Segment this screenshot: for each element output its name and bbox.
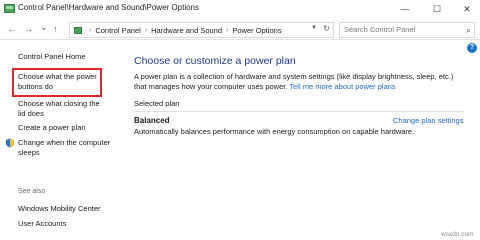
power-plans-help-link[interactable]: Tell me more about power plans	[289, 82, 395, 91]
window-title: Control Panel\Hardware and Sound\Power O…	[18, 3, 199, 12]
change-plan-settings-link[interactable]: Change plan settings	[393, 116, 463, 125]
sidebar-link-closing-lid[interactable]: Choose what closing the lid does	[18, 99, 108, 119]
close-button[interactable]: ✕	[452, 0, 480, 19]
maximize-button[interactable]: ☐	[422, 0, 452, 19]
sidebar-link-user-accounts[interactable]: User Accounts	[18, 219, 66, 229]
balanced-plan-description: Automatically balances performance with …	[134, 127, 415, 136]
sidebar-link-create-plan[interactable]: Create a power plan	[18, 123, 86, 133]
forward-arrow-icon[interactable]: →	[24, 23, 33, 35]
sidebar-link-computer-sleeps[interactable]: Change when the computer sleeps	[18, 138, 113, 158]
up-arrow-icon[interactable]: ↑	[53, 23, 58, 35]
back-arrow-icon[interactable]: ←	[7, 23, 16, 35]
breadcrumb-control-panel[interactable]: Control Panel	[95, 26, 140, 35]
refresh-icon[interactable]: ↻	[323, 24, 330, 33]
page-title: Choose or customize a power plan	[134, 55, 296, 67]
watermark: wsxdn.com	[441, 231, 474, 238]
plan-description-text: A power plan is a collection of hardware…	[134, 72, 464, 92]
chevron-down-icon[interactable]: ▼	[311, 25, 317, 31]
chevron-right-icon: ›	[89, 26, 92, 34]
sidebar-link-mobility-center[interactable]: Windows Mobility Center	[18, 204, 101, 214]
selected-plan-label: Selected plan	[134, 99, 180, 108]
search-icon[interactable]: ⌕	[466, 23, 471, 37]
search-input[interactable]: Search Control Panel ⌕	[339, 22, 475, 38]
address-bar: ← → ⌄ ↑ › Control Panel › Hardware and S…	[0, 19, 480, 40]
sidebar-link-power-buttons[interactable]: Choose what the power buttons do	[18, 72, 100, 92]
control-panel-icon	[4, 4, 15, 13]
shield-icon	[6, 138, 14, 148]
help-icon[interactable]: ?	[467, 43, 477, 53]
search-placeholder: Search Control Panel	[344, 25, 416, 34]
chevron-right-icon: ›	[226, 26, 229, 34]
breadcrumb-power-options[interactable]: Power Options	[232, 26, 281, 35]
control-panel-small-icon	[74, 26, 82, 34]
breadcrumb[interactable]: › Control Panel › Hardware and Sound › P…	[69, 22, 334, 38]
sidebar-link-control-panel-home[interactable]: Control Panel Home	[18, 52, 86, 62]
balanced-plan-name: Balanced	[134, 116, 170, 125]
see-also-heading: See also	[18, 188, 46, 195]
chevron-right-icon: ›	[144, 26, 148, 34]
divider	[134, 111, 464, 112]
title-bar: Control Panel\Hardware and Sound\Power O…	[0, 0, 480, 19]
minimize-button[interactable]: —	[390, 0, 420, 19]
breadcrumb-hardware-and-sound[interactable]: Hardware and Sound	[151, 26, 222, 35]
recent-locations-chevron-icon[interactable]: ⌄	[40, 21, 48, 33]
